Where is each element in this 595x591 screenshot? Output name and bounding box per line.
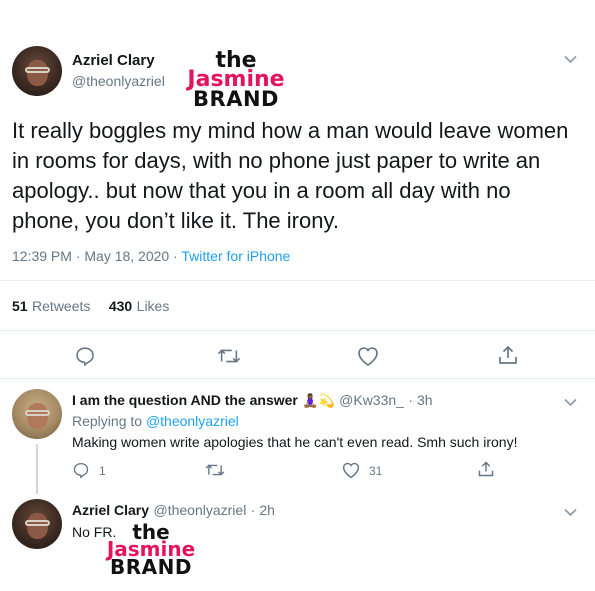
retweets-stat[interactable]: 51 Retweets (12, 298, 95, 315)
reply-author-emojis: 🧘🏾‍♀️💫 (302, 393, 335, 408)
tweet-timestamp-row: 12:39 PM · May 18, 2020 · Twitter for iP… (12, 248, 290, 264)
reply2-author-handle[interactable]: @theonlyazriel (154, 502, 247, 518)
reply2-author-name[interactable]: Azriel Clary (72, 502, 149, 518)
heart-icon[interactable] (356, 345, 380, 367)
watermark-logo: the Jasmine BRAND (106, 520, 196, 579)
reply2-header: Azriel Clary @theonlyazriel · 2h (72, 502, 275, 520)
reply-icon[interactable] (72, 461, 90, 479)
retweet-icon[interactable] (217, 345, 241, 367)
watermark-logo: the Jasmine BRAND (187, 48, 285, 111)
chevron-down-icon[interactable] (564, 52, 577, 67)
author-handle[interactable]: @theonlyazriel (72, 73, 165, 89)
divider (0, 378, 595, 379)
author-name[interactable]: Azriel Clary (72, 52, 155, 69)
share-icon[interactable] (497, 344, 519, 366)
replying-to-link[interactable]: @theonlyazriel (146, 413, 239, 429)
tweet-source[interactable]: Twitter for iPhone (181, 248, 290, 264)
chevron-down-icon[interactable] (564, 395, 577, 410)
avatar[interactable] (12, 499, 62, 549)
reply2-time[interactable]: · 2h (251, 502, 275, 518)
thread-line (36, 444, 38, 494)
tweet-timestamp[interactable]: 12:39 PM · May 18, 2020 · (12, 248, 178, 264)
heart-icon[interactable] (341, 461, 361, 479)
tweet-text: It really boggles my mind how a man woul… (12, 118, 569, 233)
divider (0, 330, 595, 331)
tweet-stats: 51 Retweets 430 Likes (12, 298, 169, 316)
avatar[interactable] (12, 46, 62, 96)
reply-author-name[interactable]: I am the question AND the answer (72, 392, 298, 408)
replying-to-row: Replying to @theonlyazriel (72, 413, 239, 429)
retweet-icon[interactable] (205, 461, 225, 479)
reply-count: 1 (99, 464, 106, 478)
share-icon[interactable] (477, 460, 495, 478)
chevron-down-icon[interactable] (564, 505, 577, 520)
divider (0, 280, 595, 281)
replying-to-label: Replying to (72, 413, 143, 429)
likes-stat[interactable]: 430 Likes (109, 298, 170, 315)
reply-icon[interactable] (74, 345, 96, 367)
reply-time[interactable]: · 3h (408, 392, 432, 408)
reply-header: I am the question AND the answer 🧘🏾‍♀️💫 … (72, 392, 433, 410)
reply-author-handle[interactable]: @Kw33n_ (339, 392, 404, 408)
avatar[interactable] (12, 389, 62, 439)
reply-text: Making women write apologies that he can… (72, 434, 518, 450)
like-count: 31 (369, 464, 383, 478)
